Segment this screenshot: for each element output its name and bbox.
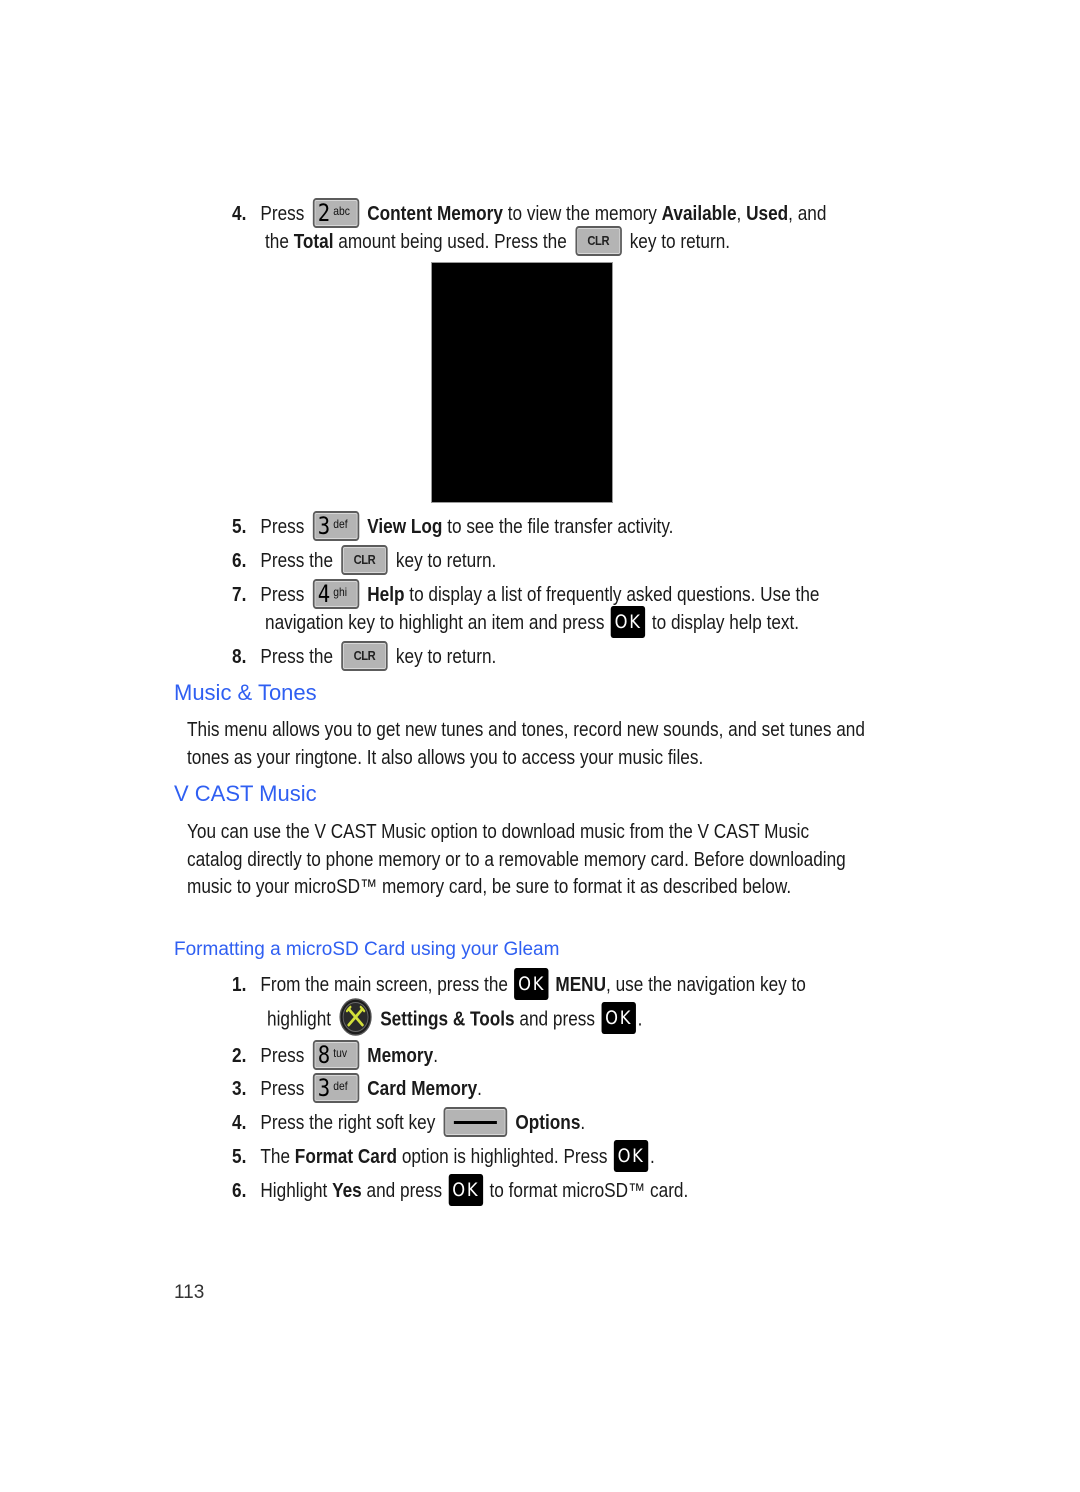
step-number: 4. xyxy=(232,203,247,225)
right-soft-key-icon xyxy=(443,1106,508,1137)
step-number: 3. xyxy=(232,1078,247,1100)
music-tones-description: This menu allows you to get new tunes an… xyxy=(187,719,865,769)
key-8-tuv-icon: 8 tuv xyxy=(312,1039,360,1070)
step-number: 8. xyxy=(232,646,247,668)
step-number: 4. xyxy=(232,1112,247,1134)
step-number: 5. xyxy=(232,1146,247,1168)
ok-key-icon: OK xyxy=(610,605,646,638)
step-number: 6. xyxy=(232,550,247,572)
step-number: 2. xyxy=(232,1045,247,1067)
ok-key-icon: OK xyxy=(613,1139,649,1172)
step-6-top: 6. Press the CLR key to return. xyxy=(232,544,496,575)
section-heading-music-tones: Music & Tones xyxy=(174,680,317,705)
settings-tools-icon xyxy=(339,998,372,1036)
step-7-line2: navigation key to highlight an item and … xyxy=(265,605,799,638)
step-5-top: 5. Press 3 def View Log to see the file tr… xyxy=(232,510,674,541)
ok-key-icon: OK xyxy=(514,967,549,1000)
step-number: 1. xyxy=(232,974,247,996)
format-step-5: 5. The Format Card option is highlighted.… xyxy=(232,1139,655,1172)
format-step-3: 3. Press 3 def Card Memory. xyxy=(232,1072,482,1103)
format-step-2: 2. Press 8 tuv Memory. xyxy=(232,1039,438,1070)
format-step-1: 1. From the main screen, press the OK MEN… xyxy=(232,967,806,1000)
ok-key-icon: OK xyxy=(601,1002,636,1034)
key-2-abc-icon: 2 abc xyxy=(312,197,360,228)
key-4-ghi-icon: 4 ghi xyxy=(312,578,360,609)
clr-key-icon: CLR xyxy=(575,225,622,256)
ok-key-icon: OK xyxy=(448,1173,483,1206)
section-heading-vcast-music: V CAST Music xyxy=(174,781,317,806)
step-4-top: 4. Press 2 abc Content Memory to view the … xyxy=(232,197,827,228)
format-step-1-line2: highlight Settings & Tools and press OK. xyxy=(267,998,642,1036)
vcast-music-description: You can use the V CAST Music option to d… xyxy=(187,821,846,899)
clr-key-icon: CLR xyxy=(341,544,388,575)
step-4-line2: the Total amount being used. Press the C… xyxy=(265,225,730,256)
subheading-formatting-microsd: Formatting a microSD Card using your Gle… xyxy=(174,939,560,960)
step-number: 7. xyxy=(232,584,247,606)
phone-screen-image xyxy=(431,262,613,503)
page-number: 113 xyxy=(174,1282,205,1303)
format-step-6: 6. Highlight Yes and press OK to format m… xyxy=(232,1173,688,1206)
step-number: 6. xyxy=(232,1180,247,1202)
step-7-top: 7. Press 4 ghi Help to display a list of f… xyxy=(232,578,820,609)
key-3-def-icon: 3 def xyxy=(312,510,360,541)
step-number: 5. xyxy=(232,516,247,538)
clr-key-icon: CLR xyxy=(341,640,388,671)
format-step-4: 4. Press the right soft key Options. xyxy=(232,1106,585,1137)
key-3-def-icon: 3 def xyxy=(312,1072,360,1103)
step-8-top: 8. Press the CLR key to return. xyxy=(232,640,496,671)
